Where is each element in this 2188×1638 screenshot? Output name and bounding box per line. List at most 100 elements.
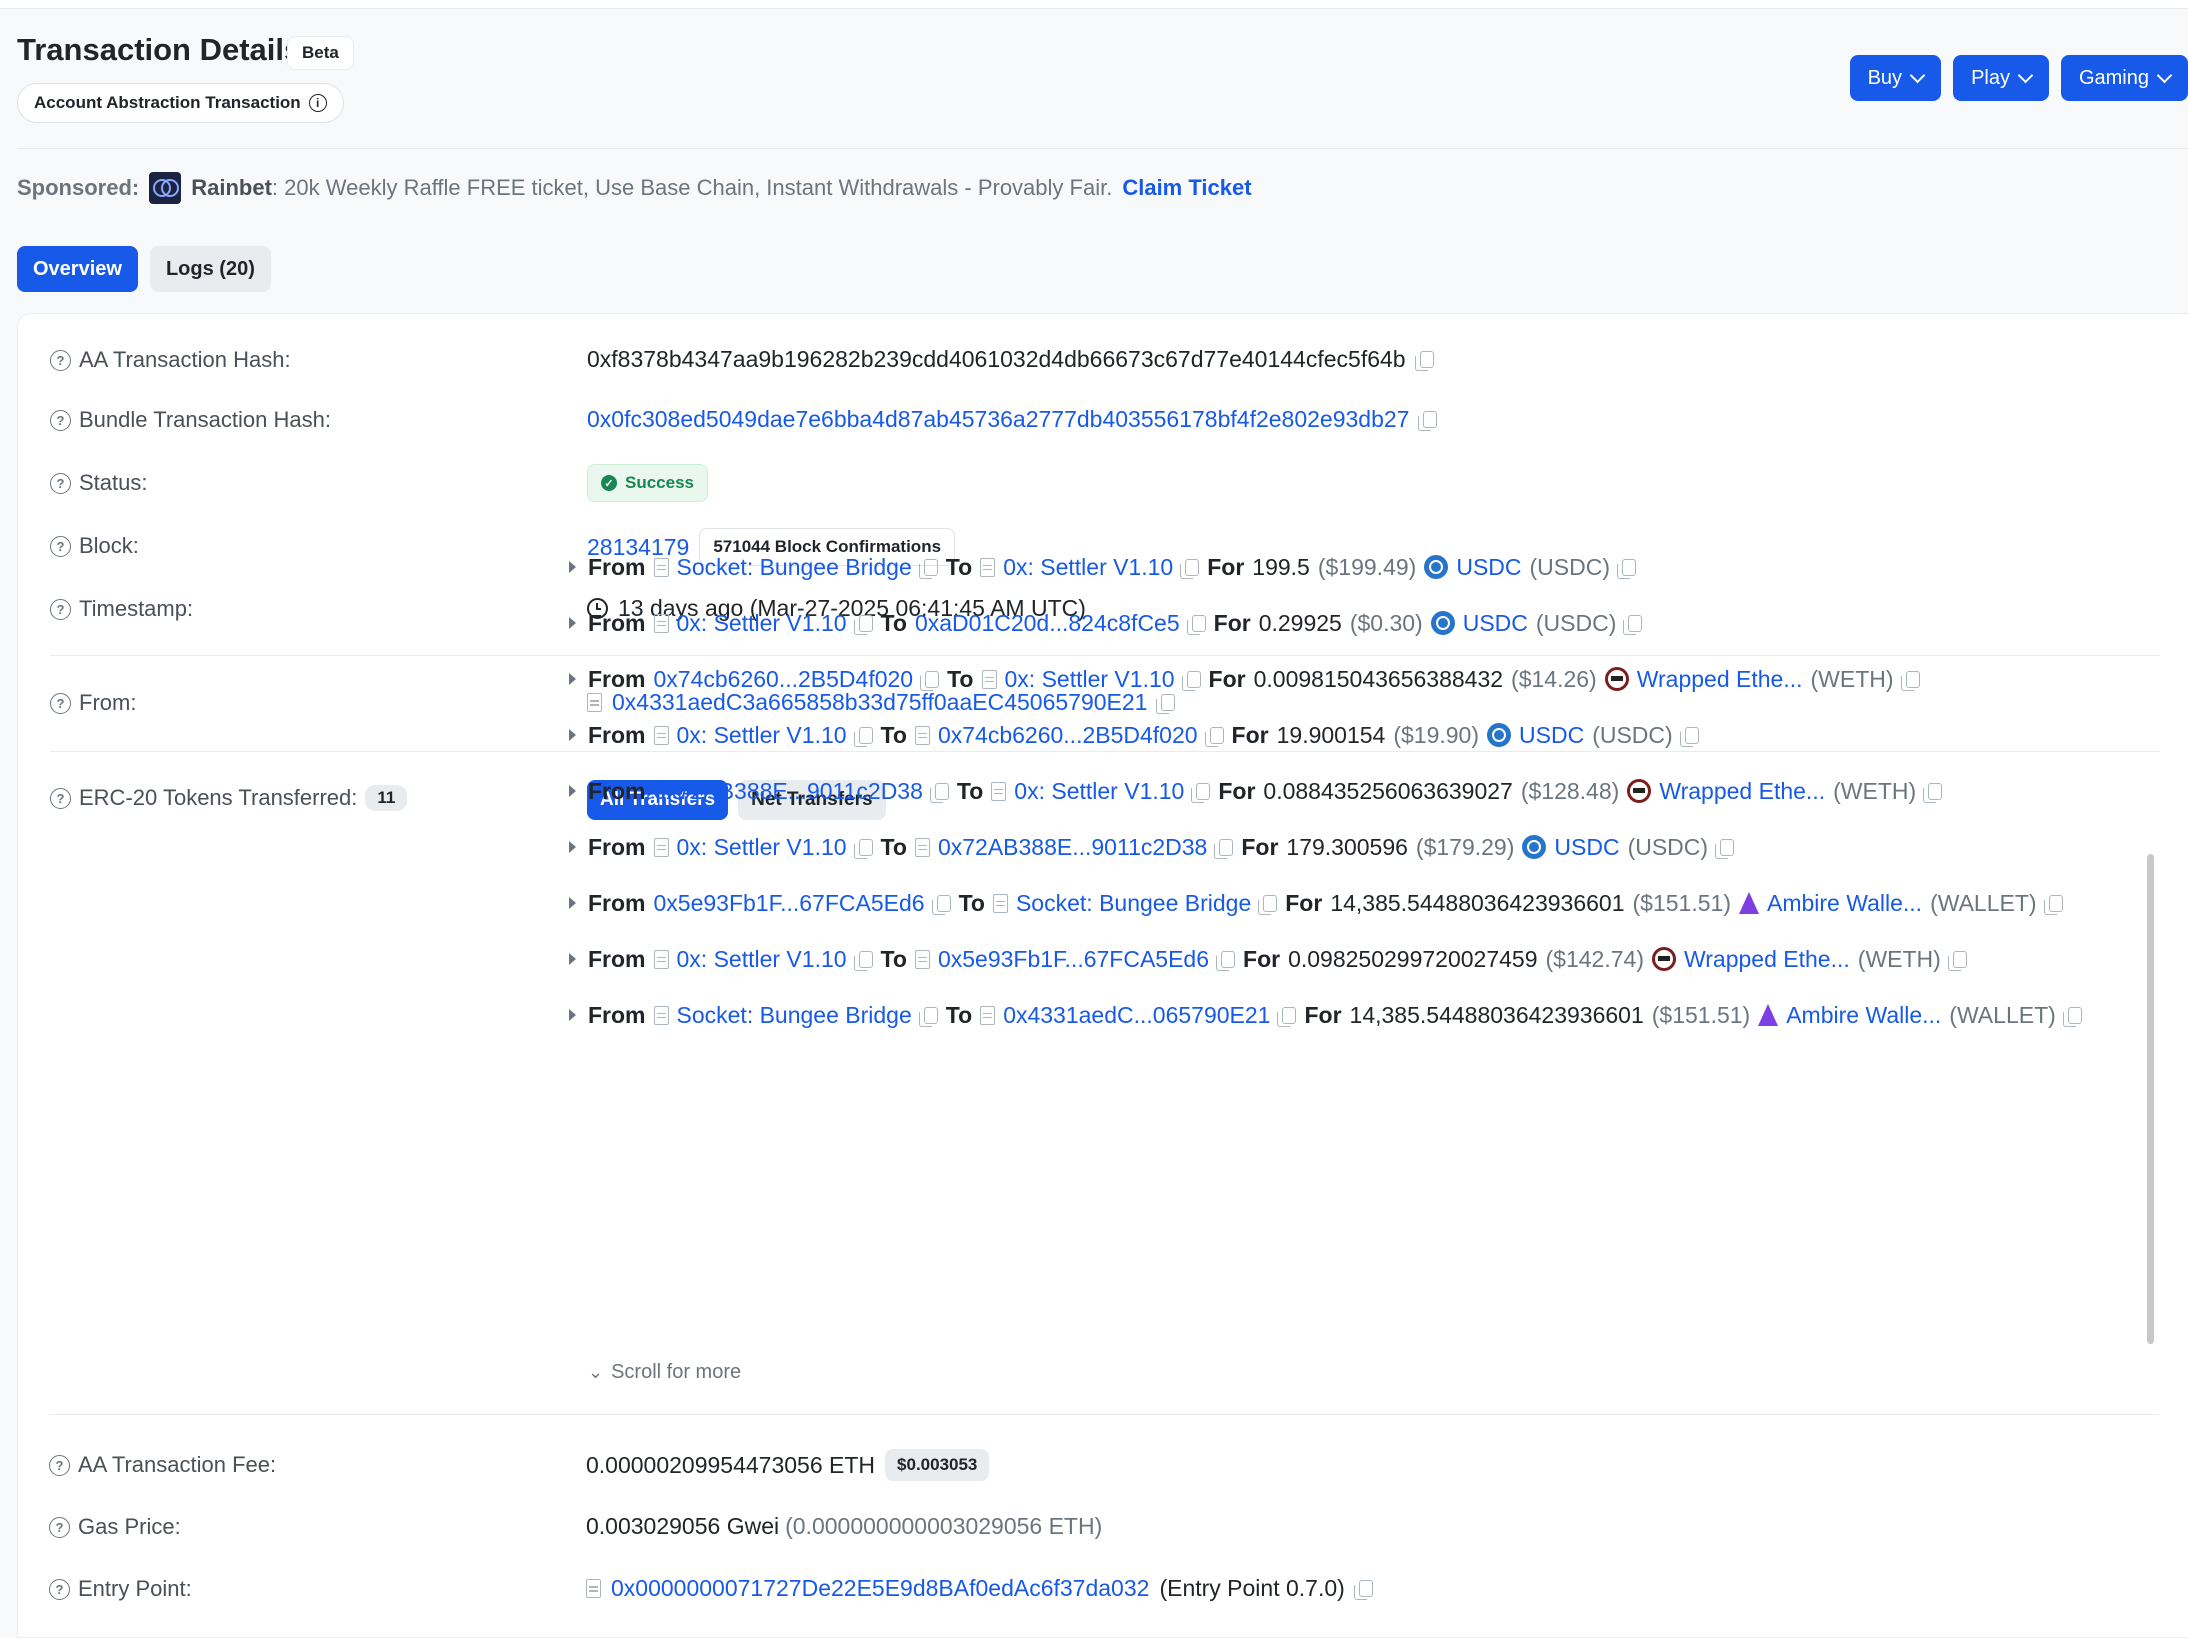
copy-icon[interactable] — [853, 614, 873, 635]
from-label: ? From: — [50, 690, 136, 716]
transfer-from-link[interactable]: 0x: Settler V1.10 — [677, 610, 847, 637]
copy-icon[interactable] — [918, 1006, 938, 1027]
copy-icon[interactable] — [1679, 726, 1699, 747]
question-icon[interactable]: ? — [50, 598, 71, 620]
question-icon[interactable]: ? — [50, 692, 71, 714]
bundle-hash-link[interactable]: 0x0fc308ed5049dae7e6bba4d87ab45736a2777d… — [587, 406, 1409, 433]
expand-caret-icon[interactable] — [569, 785, 576, 797]
copy-icon[interactable] — [853, 726, 873, 747]
scroll-more-hint[interactable]: ⌄ Scroll for more — [588, 1361, 741, 1384]
transfer-to-link[interactable]: 0x4331aedC...065790E21 — [1003, 1002, 1270, 1029]
buy-button[interactable]: Buy — [1849, 55, 1942, 101]
transfer-from-link[interactable]: Socket: Bungee Bridge — [677, 554, 912, 581]
transfer-to-link[interactable]: 0x: Settler V1.10 — [1005, 666, 1175, 693]
transfer-from-link[interactable]: 0x72AB388E...9011c2D38 — [654, 778, 923, 805]
question-icon[interactable]: ? — [50, 535, 71, 557]
expand-caret-icon[interactable] — [569, 617, 576, 629]
copy-icon[interactable] — [1623, 614, 1643, 635]
from-keyword: From — [588, 721, 646, 748]
gaming-button[interactable]: Gaming — [2060, 55, 2188, 101]
copy-icon[interactable] — [1180, 558, 1200, 579]
expand-caret-icon[interactable] — [569, 897, 576, 909]
token-link[interactable]: USDC — [1463, 610, 1528, 637]
question-icon[interactable]: ? — [49, 1516, 70, 1538]
question-icon[interactable]: ? — [49, 1578, 70, 1600]
transfer-from-link[interactable]: 0x: Settler V1.10 — [677, 722, 847, 749]
copy-icon[interactable] — [1418, 411, 1438, 431]
expand-caret-icon[interactable] — [569, 953, 576, 965]
for-keyword: For — [1213, 609, 1251, 636]
token-link[interactable]: Wrapped Ethe... — [1659, 778, 1825, 805]
play-button[interactable]: Play — [1953, 55, 2049, 101]
token-link[interactable]: Wrapped Ethe... — [1637, 666, 1803, 693]
expand-caret-icon[interactable] — [569, 729, 576, 741]
entry-point-link[interactable]: 0x0000000071727De22E5E9d8BAf0edAc6f37da0… — [611, 1575, 1149, 1602]
token-link[interactable]: Ambire Walle... — [1767, 890, 1922, 917]
copy-icon[interactable] — [1204, 726, 1224, 747]
question-icon[interactable]: ? — [50, 409, 71, 431]
copy-icon[interactable] — [853, 838, 873, 859]
question-icon[interactable]: ? — [50, 472, 71, 494]
transfer-from-link[interactable]: 0x: Settler V1.10 — [677, 946, 847, 973]
copy-icon[interactable] — [1900, 670, 1920, 691]
copy-icon[interactable] — [931, 894, 951, 915]
transfer-to-link[interactable]: 0x72AB388E...9011c2D38 — [938, 834, 1207, 861]
transfer-to-link[interactable]: 0xaD01C20d...824c8fCe5 — [915, 610, 1180, 637]
copy-icon[interactable] — [920, 670, 940, 691]
contract-icon — [980, 557, 996, 577]
copy-icon[interactable] — [1277, 1006, 1297, 1027]
transfer-from-link[interactable]: Socket: Bungee Bridge — [677, 1002, 912, 1029]
transfer-from-link[interactable]: 0x5e93Fb1F...67FCA5Ed6 — [654, 890, 925, 917]
copy-icon[interactable] — [929, 782, 949, 803]
copy-icon[interactable] — [1414, 351, 1434, 371]
question-icon[interactable]: ? — [50, 349, 71, 371]
transfer-from-link[interactable]: 0x74cb6260...2B5D4f020 — [654, 666, 914, 693]
question-icon[interactable]: ? — [50, 787, 71, 809]
contract-icon — [653, 725, 669, 745]
token-link[interactable]: Wrapped Ethe... — [1684, 946, 1850, 973]
copy-icon[interactable] — [1186, 614, 1206, 635]
claim-ticket-link[interactable]: Claim Ticket — [1122, 175, 1251, 201]
expand-caret-icon[interactable] — [569, 841, 576, 853]
copy-icon[interactable] — [2062, 1006, 2082, 1027]
tab-logs[interactable]: Logs (20) — [149, 246, 271, 292]
expand-caret-icon[interactable] — [569, 673, 576, 685]
chevron-down-icon — [2017, 67, 2034, 83]
from-keyword: From — [588, 665, 646, 692]
status-label: ? Status: — [50, 470, 147, 496]
copy-icon[interactable] — [1258, 894, 1278, 915]
transfer-to-link[interactable]: 0x74cb6260...2B5D4f020 — [938, 722, 1198, 749]
aa-transaction-badge[interactable]: Account Abstraction Transaction i — [17, 83, 344, 123]
usdc-icon — [1487, 723, 1512, 747]
copy-icon[interactable] — [1923, 782, 1943, 803]
transfer-to-link[interactable]: 0x: Settler V1.10 — [1014, 778, 1184, 805]
copy-icon[interactable] — [1214, 838, 1234, 859]
copy-icon[interactable] — [1617, 558, 1636, 579]
transfer-amount: 19.900154 — [1276, 721, 1386, 748]
transfer-to-link[interactable]: 0x: Settler V1.10 — [1003, 554, 1173, 581]
transfer-to-link[interactable]: 0x5e93Fb1F...67FCA5Ed6 — [938, 946, 1209, 973]
question-icon[interactable]: ? — [49, 1454, 70, 1476]
for-keyword: For — [1231, 721, 1269, 748]
copy-icon[interactable] — [1947, 950, 1967, 971]
aa-badge-label: Account Abstraction Transaction — [34, 93, 301, 112]
transfer-from-link[interactable]: 0x: Settler V1.10 — [677, 834, 847, 861]
token-link[interactable]: Ambire Walle... — [1786, 1002, 1941, 1029]
copy-icon[interactable] — [853, 950, 873, 971]
copy-icon[interactable] — [918, 558, 938, 579]
copy-icon[interactable] — [2043, 894, 2063, 915]
copy-icon[interactable] — [1715, 838, 1735, 859]
token-link[interactable]: USDC — [1456, 554, 1521, 581]
copy-icon[interactable] — [1216, 950, 1236, 971]
info-icon[interactable]: i — [308, 94, 327, 112]
expand-caret-icon[interactable] — [569, 561, 576, 573]
expand-caret-icon[interactable] — [569, 1009, 576, 1021]
tab-overview[interactable]: Overview — [17, 246, 138, 292]
transfers-scrollbar[interactable] — [2147, 854, 2154, 1344]
copy-icon[interactable] — [1353, 1580, 1373, 1600]
copy-icon[interactable] — [1181, 670, 1201, 691]
token-link[interactable]: USDC — [1519, 722, 1584, 749]
transfer-to-link[interactable]: Socket: Bungee Bridge — [1016, 890, 1251, 917]
token-link[interactable]: USDC — [1554, 834, 1619, 861]
copy-icon[interactable] — [1191, 782, 1211, 803]
